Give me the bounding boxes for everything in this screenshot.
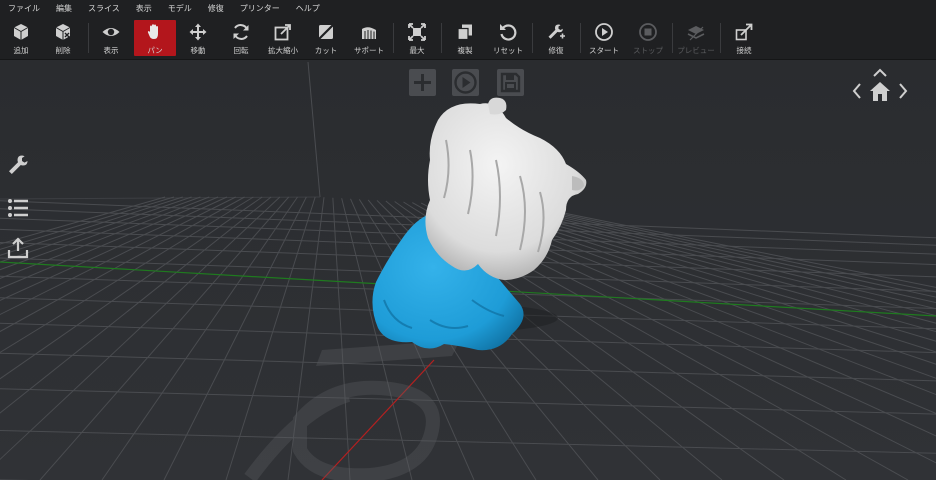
delete-label: 削除 (55, 46, 71, 55)
menu-edit[interactable]: 編集 (48, 0, 80, 17)
maximize-button[interactable]: 最大 (396, 20, 438, 56)
menu-view[interactable]: 表示 (128, 0, 160, 17)
menu-help[interactable]: ヘルプ (288, 0, 328, 17)
toolbar-separator (393, 23, 394, 53)
connect-button[interactable]: 接続 (723, 20, 765, 56)
stop-icon (639, 23, 657, 41)
add-cube-icon (13, 24, 29, 40)
support-button[interactable]: サポート (348, 20, 390, 56)
reset-label: リセット (493, 46, 523, 55)
object-list-button[interactable] (6, 196, 30, 220)
plus-icon (414, 74, 431, 91)
settings-wrench-button[interactable] (6, 153, 30, 177)
chevron-right-icon (899, 83, 908, 99)
menu-slice[interactable]: スライス (80, 0, 128, 17)
menu-model[interactable]: モデル (160, 0, 200, 17)
maximize-icon (408, 23, 426, 41)
pan-button[interactable]: パン (134, 20, 176, 56)
cut-label: カット (314, 46, 338, 55)
rotate-label: 回転 (233, 46, 249, 55)
save-icon (500, 72, 521, 93)
eye-icon (102, 28, 120, 36)
toolbar-separator (88, 23, 89, 53)
upload-icon (7, 237, 29, 259)
reset-icon (500, 24, 517, 41)
preview-layers-icon (687, 26, 705, 41)
preview-button[interactable]: プレビュー (675, 20, 717, 56)
move-button[interactable]: 移動 (177, 20, 219, 56)
stop-button[interactable]: ストップ (627, 20, 669, 56)
toolbar: 追加 削除 表示 パン 移動 回転 拡大縮小 カット サポート 最大 複製 リセ… (0, 17, 936, 60)
pan-label: パン (147, 46, 163, 55)
start-play-icon (595, 23, 613, 41)
camera-up-button[interactable] (872, 63, 888, 77)
chevron-left-icon (852, 83, 861, 99)
view-button[interactable]: 表示 (90, 20, 132, 56)
move-arrows-icon (189, 23, 207, 41)
play-button[interactable] (452, 69, 479, 96)
build-plate-scene (0, 60, 936, 480)
connect-label: 接続 (736, 46, 752, 55)
connect-icon (735, 23, 753, 41)
toolbar-separator (720, 23, 721, 53)
duplicate-label: 複製 (457, 46, 473, 55)
reset-button[interactable]: リセット (487, 20, 529, 56)
camera-left-button[interactable] (850, 81, 864, 101)
add-model-button[interactable] (409, 69, 436, 96)
menu-printer[interactable]: プリンター (232, 0, 288, 17)
scale-icon (274, 24, 291, 41)
support-icon (362, 27, 376, 39)
preview-label: プレビュー (677, 46, 715, 55)
rotate-button[interactable]: 回転 (220, 20, 262, 56)
save-button[interactable] (497, 69, 524, 96)
menu-file[interactable]: ファイル (0, 0, 48, 17)
start-label: スタート (589, 46, 619, 55)
cut-button[interactable]: カット (305, 20, 347, 56)
support-label: サポート (354, 46, 384, 55)
delete-cube-icon (55, 24, 71, 40)
rotate-icon (233, 24, 249, 40)
chevron-up-icon (873, 68, 887, 77)
menu-repair[interactable]: 修復 (200, 0, 232, 17)
toolbar-separator (532, 23, 533, 53)
home-icon (870, 82, 890, 101)
duplicate-icon (457, 24, 472, 41)
toolbar-separator (441, 23, 442, 53)
delete-button[interactable]: 削除 (42, 20, 84, 56)
wrench-icon (9, 155, 28, 174)
scale-label: 拡大縮小 (268, 46, 298, 55)
hand-icon (147, 24, 158, 39)
duplicate-button[interactable]: 複製 (444, 20, 486, 56)
toolbar-separator (672, 23, 673, 53)
camera-right-button[interactable] (896, 81, 910, 101)
list-icon (8, 199, 28, 217)
maximize-label: 最大 (409, 46, 425, 55)
repair-button[interactable]: 修復 (535, 20, 577, 56)
menu-bar: ファイル 編集 スライス 表示 モデル 修復 プリンター ヘルプ (0, 0, 936, 17)
scale-button[interactable]: 拡大縮小 (262, 20, 304, 56)
add-label: 追加 (13, 46, 29, 55)
play-icon (454, 71, 477, 94)
repair-label: 修復 (548, 46, 564, 55)
add-button[interactable]: 追加 (0, 20, 42, 56)
cut-icon (317, 23, 335, 41)
repair-wrench-icon (548, 24, 565, 39)
view-label: 表示 (103, 46, 119, 55)
3d-viewport[interactable] (0, 60, 936, 480)
export-button[interactable] (6, 236, 30, 260)
stop-label: ストップ (633, 46, 663, 55)
camera-home-button[interactable] (868, 79, 892, 103)
move-label: 移動 (190, 46, 206, 55)
start-button[interactable]: スタート (583, 20, 625, 56)
toolbar-separator (580, 23, 581, 53)
